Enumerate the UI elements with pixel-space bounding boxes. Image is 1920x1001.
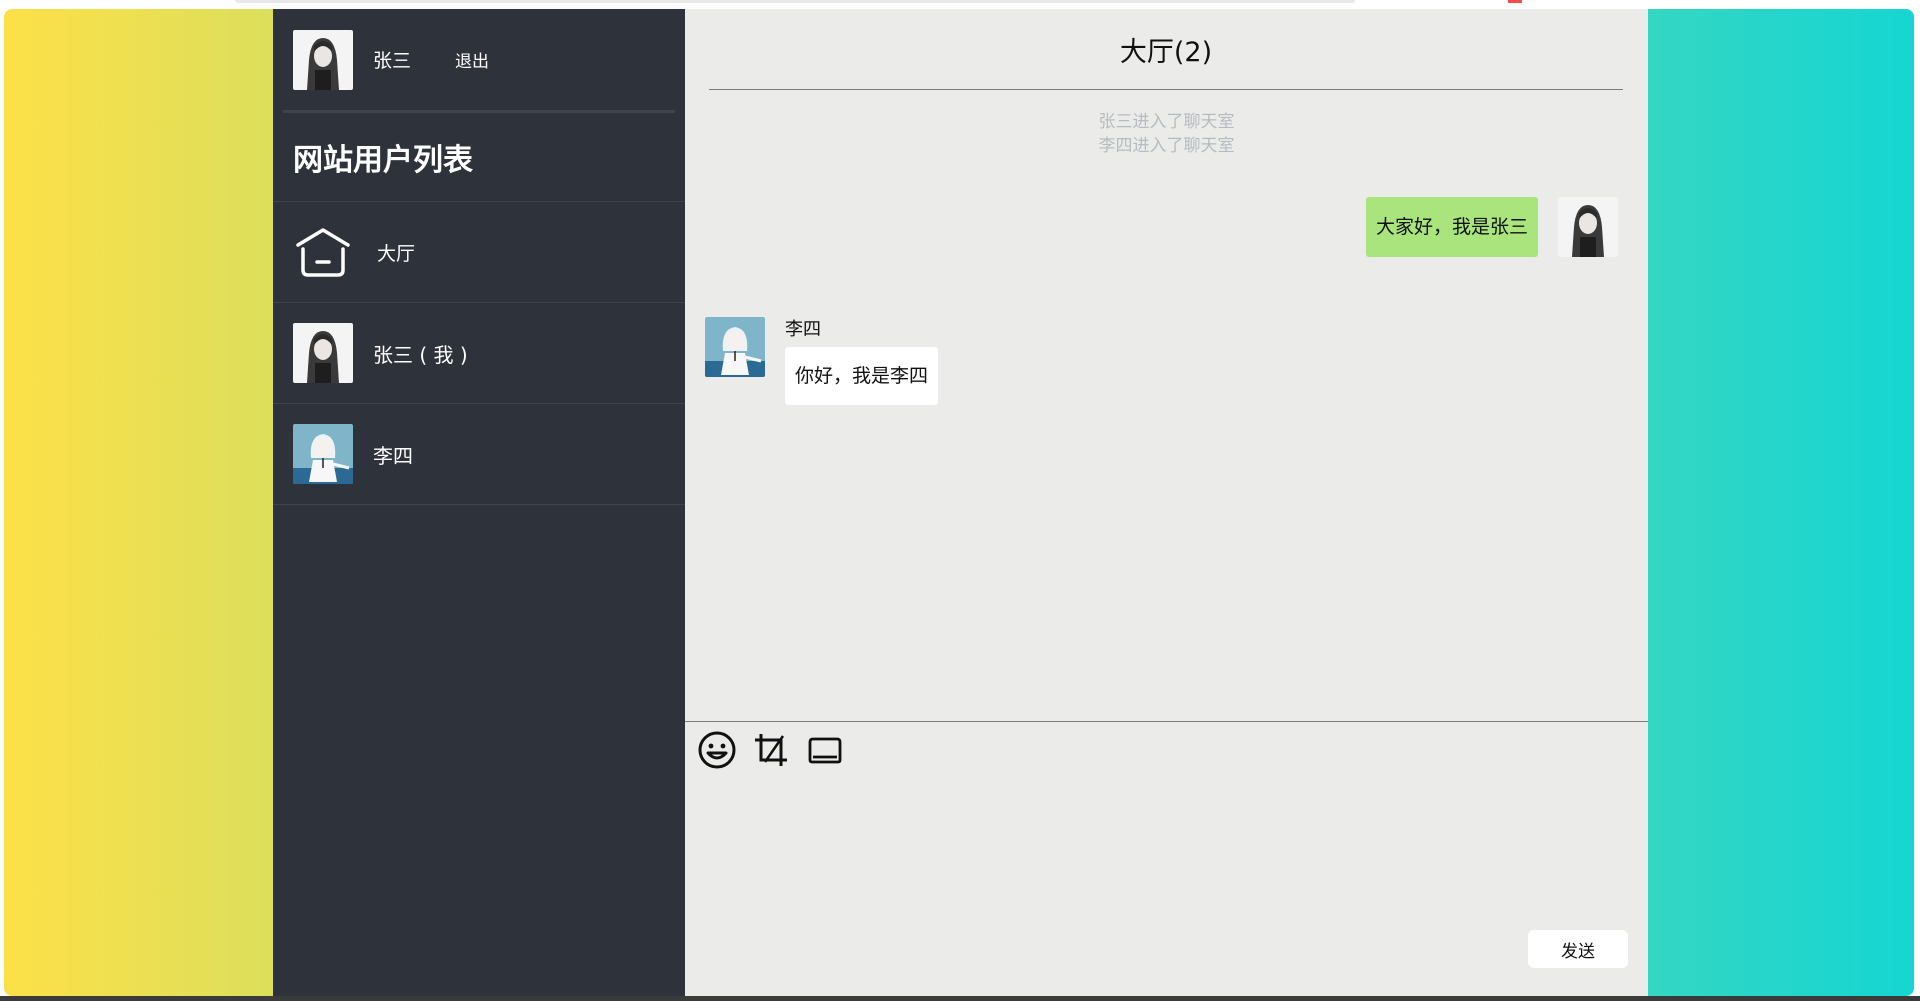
message-bubble: 你好，我是李四 xyxy=(785,347,939,405)
logout-button[interactable]: 退出 xyxy=(455,47,489,72)
avatar xyxy=(293,323,353,383)
sidebar-item-label: 张三 ( 我 ) xyxy=(373,342,468,367)
chat-title: 大厅(2) xyxy=(709,9,1623,90)
current-user-name: 张三 xyxy=(373,50,412,72)
message-self: 大家好，我是张三 xyxy=(1365,197,1618,257)
message-input[interactable] xyxy=(697,784,1636,926)
avatar xyxy=(1558,197,1618,257)
chat-app: 张三 退出 网站用户列表 大厅 张三 ( 我 ) 李四 大厅(2) 张三进入了聊… xyxy=(273,9,1648,996)
sidebar-item-hall[interactable]: 大厅 xyxy=(273,202,685,303)
current-user-row: 张三 退出 xyxy=(283,9,675,113)
chat-panel: 大厅(2) 张三进入了聊天室 李四进入了聊天室 大家好，我是张三 李四 你好，我… xyxy=(685,9,1648,996)
sidebar: 张三 退出 网站用户列表 大厅 张三 ( 我 ) 李四 xyxy=(273,9,685,996)
avatar xyxy=(293,424,353,484)
current-user-avatar xyxy=(293,29,353,90)
sidebar-item-lisi[interactable]: 李四 xyxy=(273,404,685,505)
crop-icon[interactable] xyxy=(751,730,791,770)
sidebar-item-label: 大厅 xyxy=(377,242,416,265)
browser-top-indicator xyxy=(1508,0,1522,3)
home-icon xyxy=(296,228,350,277)
folder-icon[interactable] xyxy=(805,730,845,770)
sender-name: 李四 xyxy=(785,319,821,340)
system-messages: 张三进入了聊天室 李四进入了聊天室 xyxy=(685,110,1648,158)
system-message: 张三进入了聊天室 xyxy=(1098,112,1235,132)
taskbar-edge xyxy=(0,996,1920,1001)
user-list-title: 网站用户列表 xyxy=(273,113,685,202)
message-body: 李四 你好，我是李四 xyxy=(785,317,939,405)
emoji-icon[interactable] xyxy=(697,730,737,770)
message-other: 李四 你好，我是李四 xyxy=(705,317,939,405)
composer-toolbar xyxy=(697,730,845,770)
sidebar-item-zhangsan[interactable]: 张三 ( 我 ) xyxy=(273,303,685,404)
message-bubble: 大家好，我是张三 xyxy=(1365,197,1538,257)
browser-top-bar xyxy=(235,0,1355,3)
send-button[interactable]: 发送 xyxy=(1528,930,1628,968)
sidebar-item-label: 李四 xyxy=(373,443,413,468)
avatar xyxy=(705,317,765,377)
message-composer: 发送 xyxy=(685,721,1648,996)
system-message: 李四进入了聊天室 xyxy=(1098,136,1235,156)
